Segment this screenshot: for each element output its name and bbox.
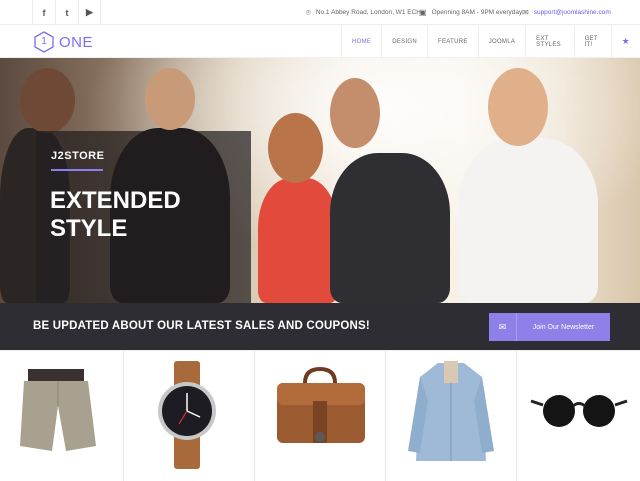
- product-card[interactable]: [255, 351, 386, 481]
- hours-text: Openning 8AM - 9PM everyday: [431, 9, 523, 16]
- main-menu: HOME DESIGN FEATURE JOOMLA EXT STYLES GE…: [341, 25, 640, 58]
- hexagon-logo-icon: 1: [33, 31, 55, 53]
- social-links: f t ▶: [32, 0, 101, 25]
- youtube-icon[interactable]: ▶: [78, 0, 101, 25]
- email-link[interactable]: support@joomlashine.com: [534, 9, 611, 16]
- product-card[interactable]: [0, 351, 124, 481]
- hero-headline-line1: EXTENDED: [50, 187, 181, 214]
- main-header: 1 ONE HOME DESIGN FEATURE JOOMLA EXT STY…: [0, 25, 640, 58]
- join-newsletter-button[interactable]: ✉ Join Our Newsletter: [489, 313, 610, 341]
- hero-person: [330, 153, 450, 303]
- hero-head: [268, 113, 323, 183]
- newsletter-band: BE UPDATED ABOUT OUR LATEST SALES AND CO…: [0, 303, 640, 350]
- hero-headline-line2: STYLE: [50, 215, 128, 242]
- top-bar: f t ▶ ⌾ No.1 Abbey Road, London, W1 ECH …: [0, 0, 640, 25]
- menu-item-home[interactable]: HOME: [341, 25, 381, 58]
- facebook-icon[interactable]: f: [32, 0, 55, 25]
- product-card[interactable]: [386, 351, 517, 481]
- email-info[interactable]: ✉ support@joomlashine.com: [522, 0, 611, 25]
- product-card[interactable]: [517, 351, 640, 481]
- envelope-icon: ✉: [522, 8, 529, 17]
- mail-icon: ✉: [489, 313, 517, 341]
- hero-banner: J2STORE EXTENDED STYLE: [0, 58, 640, 303]
- denim-shirt-image: [408, 361, 494, 461]
- hours-info: ▣ Openning 8AM - 9PM everyday: [419, 0, 522, 25]
- address-info: ⌾ No.1 Abbey Road, London, W1 ECH: [306, 0, 421, 25]
- menu-item-feature[interactable]: FEATURE: [427, 25, 478, 58]
- briefcase-image: [277, 366, 365, 443]
- join-newsletter-label: Join Our Newsletter: [532, 323, 595, 331]
- logo-number: 1: [41, 36, 47, 47]
- menu-item-ext-styles[interactable]: EXT STYLES: [525, 25, 573, 58]
- product-strip: [0, 350, 640, 481]
- watch-image: [158, 361, 216, 469]
- hero-head: [330, 78, 380, 148]
- sunglasses-image: [530, 395, 628, 427]
- menu-item-joomla[interactable]: JOOMLA: [477, 25, 525, 58]
- site-logo[interactable]: 1 ONE: [33, 31, 93, 53]
- twitter-icon[interactable]: t: [55, 0, 78, 25]
- map-pin-icon: ⌾: [306, 7, 311, 17]
- hero-head: [145, 68, 195, 130]
- hero-underline: [51, 169, 103, 171]
- hero-headline: EXTENDED STYLE: [50, 187, 240, 243]
- logo-text: ONE: [59, 33, 94, 51]
- address-text: No.1 Abbey Road, London, W1 ECH: [315, 9, 421, 16]
- menu-item-design[interactable]: DESIGN: [381, 25, 427, 58]
- menu-item-get-it[interactable]: GET IT!: [573, 25, 611, 58]
- shorts-image: [20, 369, 96, 451]
- hero-head: [20, 68, 75, 133]
- newsletter-message: BE UPDATED ABOUT OUR LATEST SALES AND CO…: [33, 320, 370, 332]
- hero-person: [258, 178, 338, 303]
- product-card[interactable]: [124, 351, 255, 481]
- hero-head: [488, 68, 548, 146]
- briefcase-icon: ▣: [419, 8, 427, 17]
- hero-person: [458, 138, 598, 303]
- star-icon[interactable]: ★: [610, 25, 640, 58]
- hero-brand: J2STORE: [51, 150, 105, 162]
